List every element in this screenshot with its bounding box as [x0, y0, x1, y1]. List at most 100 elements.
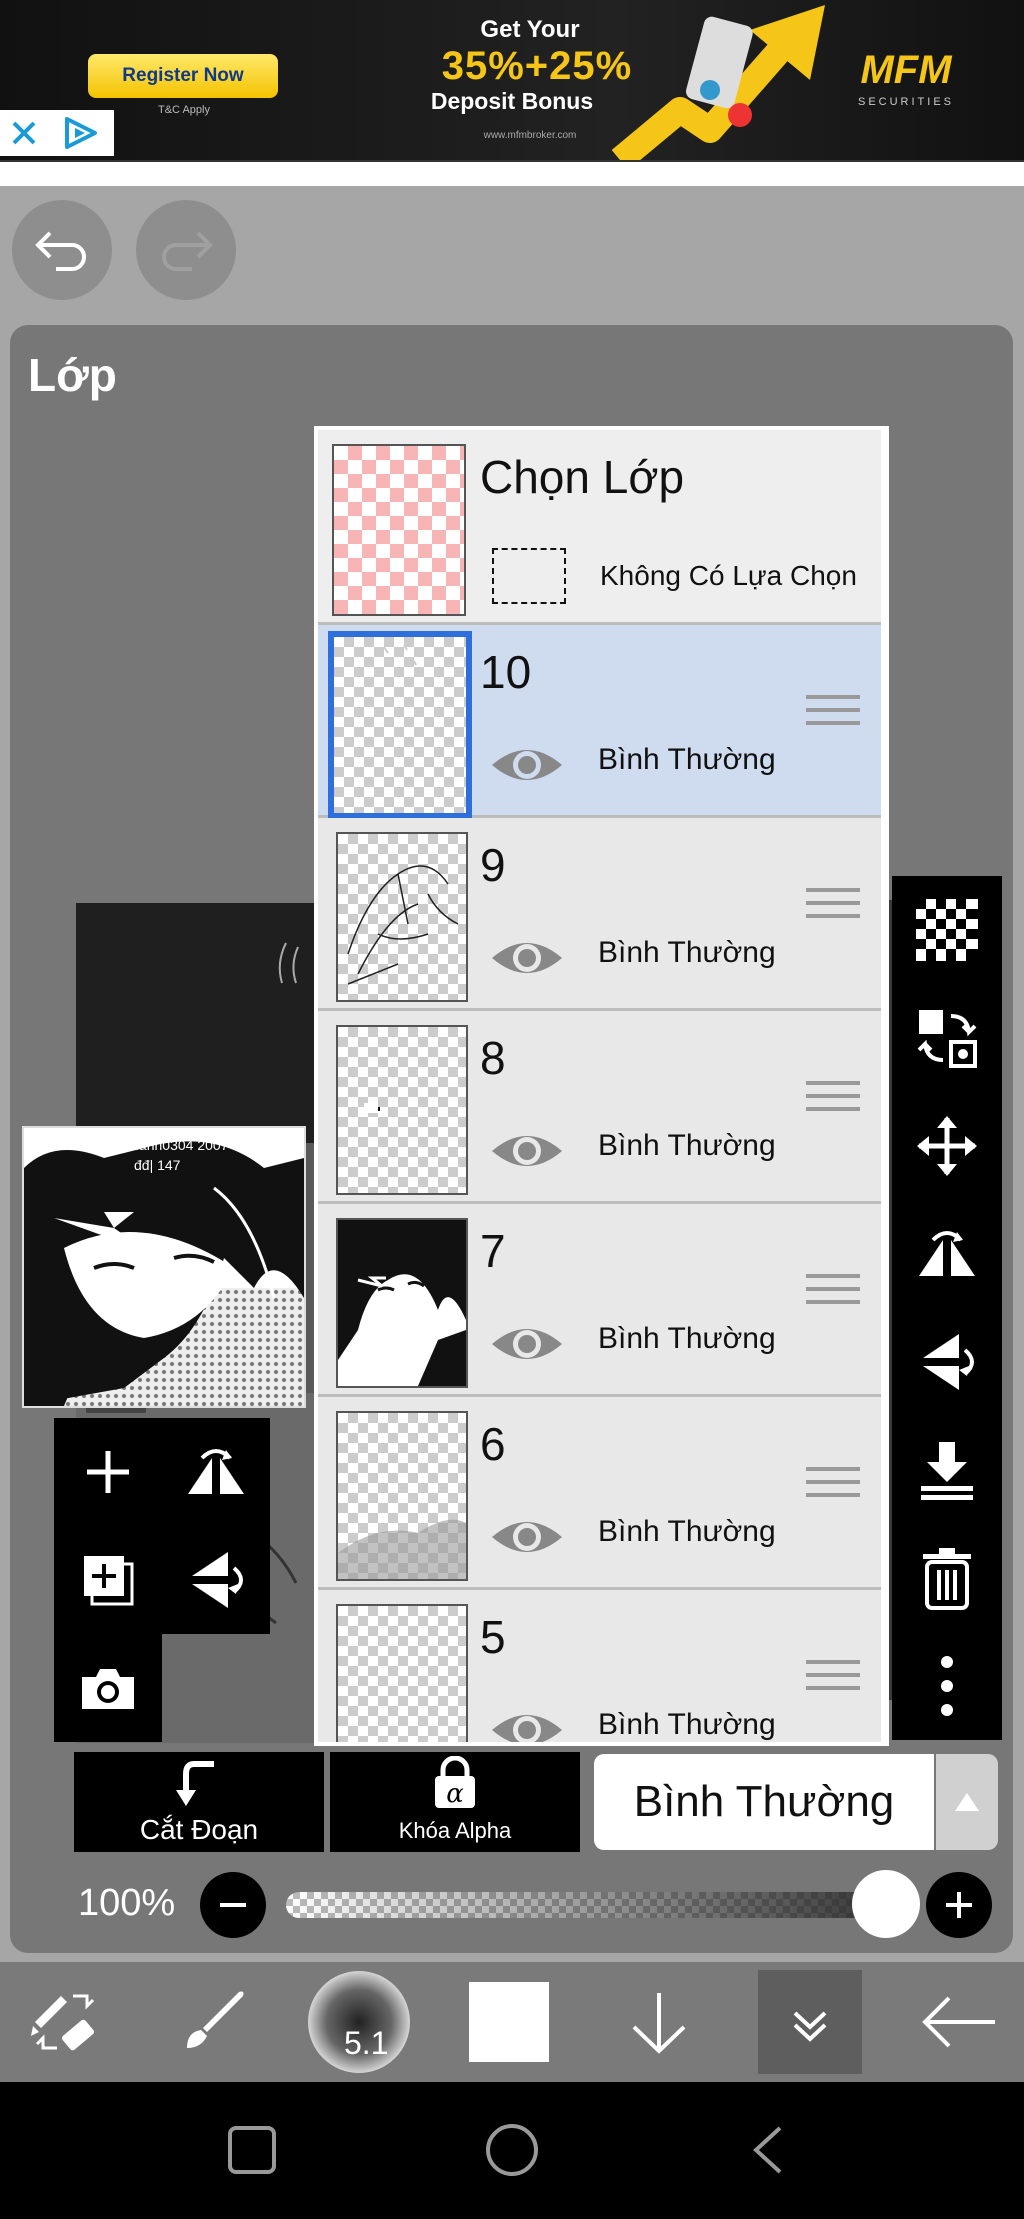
add-layer-button[interactable] [54, 1418, 162, 1526]
opacity-increase-button[interactable] [926, 1872, 992, 1938]
ad-headline-bottom: Deposit Bonus [430, 88, 594, 114]
layer-list[interactable]: Chọn Lớp Không Có Lựa Chọn 10 Bình Thườn… [314, 426, 889, 1746]
delete-layer-button[interactable] [892, 1524, 1002, 1632]
eye-icon[interactable] [490, 1511, 564, 1563]
flip-vertical-icon [192, 1552, 243, 1608]
layer-thumbnail [336, 1218, 468, 1388]
drag-handle-icon[interactable] [806, 888, 860, 928]
flip-horizontal-icon [188, 1449, 244, 1494]
flip-horizontal-right-button[interactable] [892, 1200, 1002, 1308]
layer-row[interactable]: 8 Bình Thường [318, 1011, 881, 1204]
layer-row[interactable]: 9 Bình Thường [318, 818, 881, 1011]
layer-blend-mode: Bình Thường [598, 1322, 776, 1355]
flip-horizontal-button[interactable] [162, 1418, 270, 1526]
ad-close-button[interactable] [0, 110, 48, 156]
layer-thumbnail [336, 832, 468, 1002]
ad-brand-logo: MFM [860, 48, 952, 92]
move-icon [917, 1116, 977, 1176]
selection-layer-thumbnail [332, 444, 466, 616]
color-swatch-button[interactable] [454, 1962, 564, 2082]
alpha-lock-button[interactable]: α Khóa Alpha [330, 1752, 580, 1852]
panel-title: Lớp [28, 349, 117, 401]
circle-icon [486, 2124, 538, 2176]
layer-blend-mode: Bình Thường [598, 1708, 776, 1741]
layer-row[interactable]: 10 Bình Thường [318, 625, 881, 819]
down-arrow-button[interactable] [604, 1962, 714, 2082]
eye-icon[interactable] [490, 739, 564, 791]
artwork-thumbnail[interactable]: Uhongthanh0304 2007 đđ| 147 [22, 1126, 306, 1408]
artwork-signature: Uhongthanh0304 2007 [86, 1137, 229, 1153]
layer-row[interactable]: 7 Bình Thường [318, 1204, 881, 1397]
selection-layer-title: Chọn Lớp [480, 451, 685, 503]
selection-layer-row[interactable]: Chọn Lớp Không Có Lựa Chọn [318, 430, 881, 625]
layer-blend-mode: Bình Thường [598, 936, 776, 969]
layer-name: 9 [480, 839, 506, 891]
blend-mode-select[interactable]: Bình Thường [594, 1754, 934, 1850]
drag-handle-icon[interactable] [806, 1467, 860, 1507]
redo-icon [162, 231, 213, 271]
opacity-decrease-button[interactable] [200, 1872, 266, 1938]
flip-horizontal-icon [919, 1231, 975, 1276]
layer-panel-toggle-button[interactable] [758, 1970, 862, 2074]
ad-register-button[interactable]: Register Now [88, 54, 278, 98]
ad-banner[interactable]: Register Now T&C Apply Get Your 35%+25% … [0, 0, 1024, 160]
artwork-signature-2: đđ| 147 [134, 1157, 181, 1173]
brush-tool-button[interactable] [158, 1962, 268, 2082]
drag-handle-icon[interactable] [806, 1660, 860, 1700]
drag-handle-icon[interactable] [806, 695, 860, 735]
layer-thumbnail [328, 631, 472, 819]
layer-row[interactable]: 5 Bình Thường [318, 1590, 881, 1746]
home-button[interactable] [484, 2122, 540, 2183]
camera-layer-button[interactable] [54, 1634, 162, 1742]
eye-icon[interactable] [490, 932, 564, 984]
flip-vertical-button[interactable] [162, 1526, 270, 1634]
tool-switch-button[interactable] [10, 1962, 120, 2082]
eye-icon[interactable] [490, 1704, 564, 1746]
arrow-down-icon [632, 1993, 686, 2054]
minus-icon [220, 1903, 246, 1907]
layer-thumbnail [336, 1025, 468, 1195]
back-arrow-button[interactable] [904, 1962, 1014, 2082]
triangle-up-icon [955, 1793, 979, 1811]
clipping-button[interactable]: Cắt Đoạn [74, 1752, 324, 1852]
move-button[interactable] [892, 1092, 1002, 1200]
close-icon [12, 121, 36, 145]
merge-down-button[interactable] [892, 1416, 1002, 1524]
plus-icon [87, 1451, 129, 1493]
recent-apps-button[interactable] [226, 2124, 278, 2181]
alpha-lock-label: Khóa Alpha [398, 1818, 512, 1843]
transparency-button[interactable] [892, 876, 1002, 984]
drag-handle-icon[interactable] [806, 1081, 860, 1121]
brush-size-button[interactable]: 5.1 [304, 1962, 414, 2082]
lock-icon: α [435, 1756, 475, 1809]
camera-icon [82, 1669, 134, 1709]
flip-vertical-right-button[interactable] [892, 1308, 1002, 1416]
more-vertical-icon [941, 1656, 953, 1716]
layer-name: 7 [480, 1225, 506, 1277]
opacity-slider-thumb[interactable] [852, 1870, 920, 1938]
layer-blend-mode: Bình Thường [598, 1129, 776, 1162]
right-layer-toolbar [892, 876, 1002, 1740]
brush-eraser-switch-icon [31, 1994, 95, 2051]
more-options-button[interactable] [892, 1632, 1002, 1740]
opacity-slider-gradient [286, 1892, 896, 1918]
undo-button[interactable] [12, 200, 112, 300]
layer-name: 10 [480, 646, 532, 698]
canvas-preview-dark [76, 903, 316, 1143]
brush-size-label: 5.1 [344, 2025, 389, 2061]
artwork-thumbnail-drawing: Uhongthanh0304 2007 đđ| 147 [24, 1128, 304, 1406]
drag-handle-icon[interactable] [806, 1274, 860, 1314]
blend-mode-dropdown-button[interactable] [936, 1754, 998, 1850]
arrow-left-icon [922, 1996, 995, 2048]
system-back-button[interactable] [748, 2124, 788, 2181]
redo-button[interactable] [136, 200, 236, 300]
eye-icon[interactable] [490, 1125, 564, 1177]
ad-choices-button[interactable] [48, 110, 114, 156]
double-chevron-down-icon [793, 2011, 827, 2042]
eye-icon[interactable] [490, 1318, 564, 1370]
selection-layer-status: Không Có Lựa Chọn [600, 560, 857, 591]
swap-layer-button[interactable] [892, 984, 1002, 1092]
undo-icon [35, 231, 86, 271]
add-copy-layer-button[interactable] [54, 1526, 162, 1634]
layer-row[interactable]: 6 Bình Thường [318, 1397, 881, 1590]
